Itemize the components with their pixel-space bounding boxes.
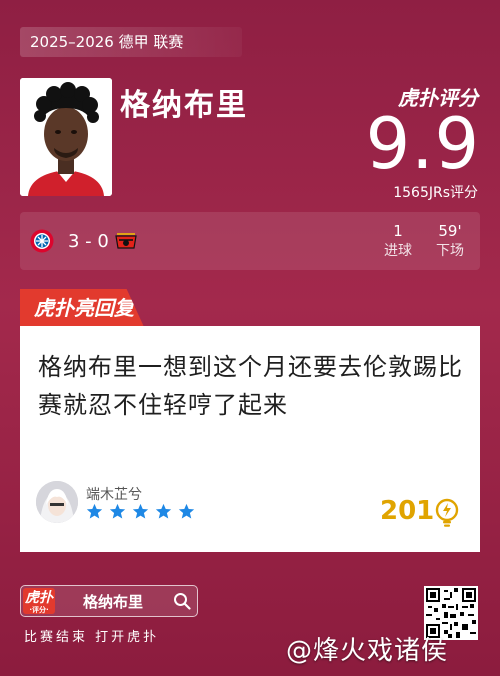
bayern-logo-icon — [30, 229, 54, 253]
subbed-off-stat: 59' 下场 — [428, 221, 472, 261]
star-icon — [86, 503, 103, 519]
search-icon[interactable] — [173, 592, 191, 610]
goals-value: 1 — [393, 222, 403, 240]
username[interactable]: 端木芷兮 — [86, 484, 142, 504]
lightbulb-like-icon[interactable] — [434, 498, 460, 528]
player-avatar — [20, 78, 112, 196]
hupu-logo-text: 虎扑 — [25, 590, 53, 606]
author-watermark: @烽火戏诸侯 — [286, 636, 449, 666]
search-query[interactable]: 格纳布里 — [83, 591, 143, 612]
match-score-panel: 3 - 0 1 进球 59' 下场 — [20, 212, 480, 270]
star-icon — [109, 503, 126, 519]
highlight-comment-card: 格纳布里一想到这个月还要去伦敦踢比赛就忍不住轻哼了起来 端木芷兮 201 — [20, 326, 480, 552]
hot-reply-tag: 虎扑亮回复 — [20, 289, 144, 327]
user-star-rating — [86, 503, 196, 524]
open-hupu-caption: 比赛结束 打开虎扑 — [24, 630, 160, 645]
goals-label: 进球 — [384, 243, 412, 259]
hupu-search-bar[interactable]: 虎扑 ·评分· 格纳布里 — [20, 585, 198, 617]
match-score: 3 - 0 — [68, 231, 109, 252]
goals-stat: 1 进球 — [378, 221, 418, 261]
star-icon — [179, 503, 195, 519]
leverkusen-logo-icon — [115, 233, 137, 249]
user-avatar[interactable] — [36, 481, 78, 523]
subbed-off-label: 下场 — [436, 243, 464, 259]
star-icon — [156, 503, 172, 519]
subbed-off-value: 59' — [438, 222, 462, 240]
star-icon — [133, 503, 149, 519]
like-count: 201 — [380, 496, 435, 526]
hupu-logo: 虎扑 ·评分· — [23, 588, 55, 614]
player-name: 格纳布里 — [120, 88, 248, 123]
season-label: 2025–2026 德甲 联赛 — [20, 27, 242, 57]
comment-text: 格纳布里一想到这个月还要去伦敦踢比赛就忍不住轻哼了起来 — [38, 353, 463, 419]
player-rating: 9.9 — [365, 103, 480, 185]
rating-count: 1565JRs评分 — [393, 185, 478, 201]
hupu-logo-subtext: ·评分· — [29, 606, 49, 614]
